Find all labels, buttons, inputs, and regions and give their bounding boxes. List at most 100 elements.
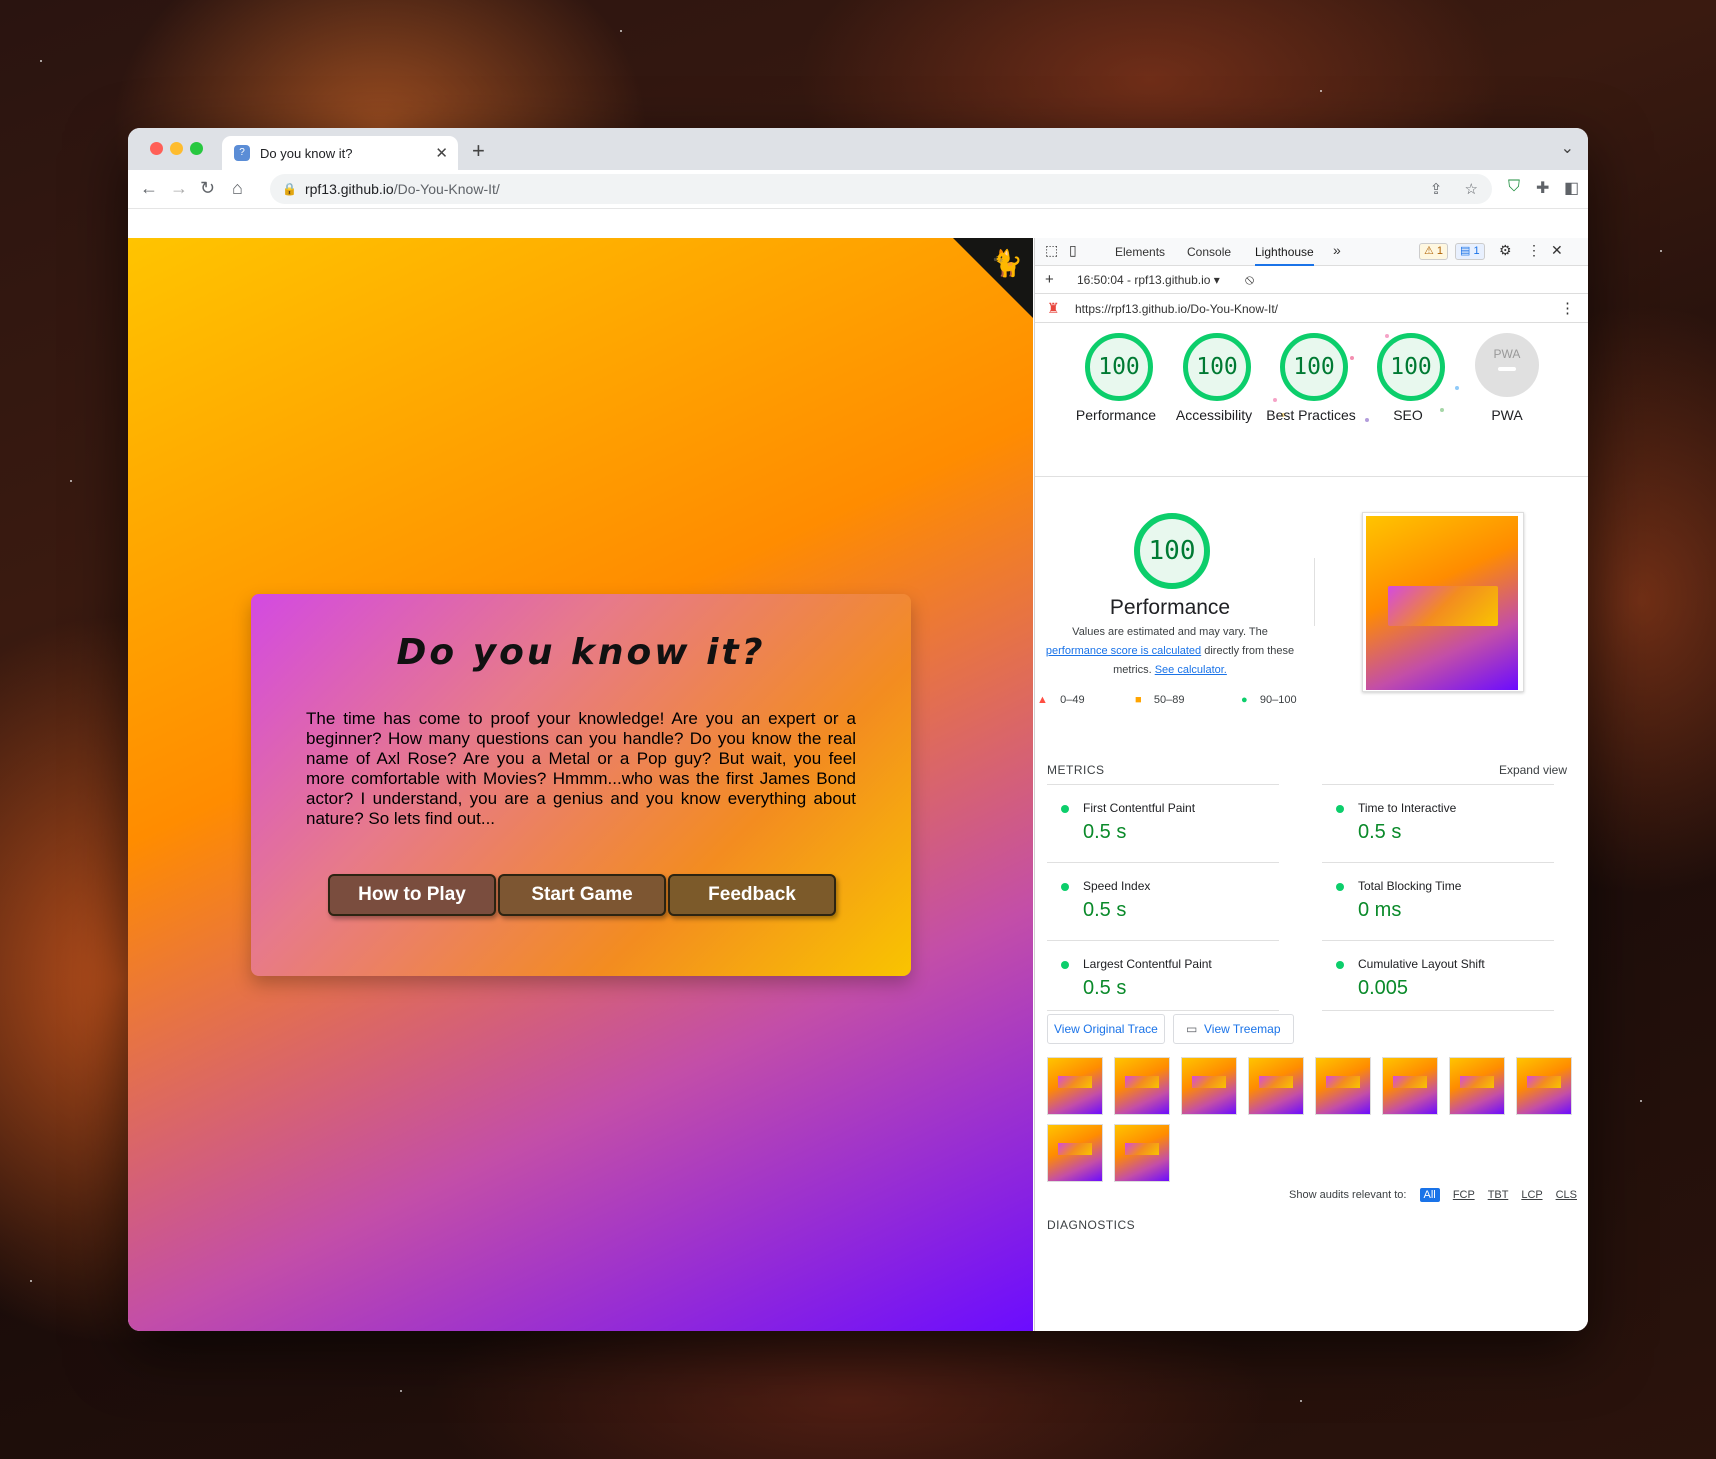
accessibility-score-gauge[interactable]: 100	[1183, 333, 1251, 401]
browser-window: ? Do you know it? ✕ + ⌄ ← → ↻ ⌂ 🔒 rpf13.…	[128, 128, 1588, 1331]
pwa-badge-icon[interactable]: PWA	[1475, 333, 1539, 397]
report-selector[interactable]: 16:50:04 - rpf13.github.io ▾	[1077, 273, 1220, 287]
filter-tbt[interactable]: TBT	[1488, 1189, 1509, 1201]
close-tab-icon[interactable]: ✕	[435, 144, 448, 162]
home-icon[interactable]: ⌂	[232, 178, 243, 199]
audit-filter-bar: Show audits relevant to: All FCP TBT LCP…	[1279, 1188, 1577, 1202]
seo-score-gauge[interactable]: 100	[1377, 333, 1445, 401]
back-arrow-icon[interactable]: ←	[140, 178, 158, 199]
see-calculator-link[interactable]: See calculator.	[1155, 664, 1227, 676]
view-treemap-button[interactable]: ▭ View Treemap	[1173, 1014, 1294, 1044]
performance-title: Performance	[1109, 596, 1231, 619]
browser-tab[interactable]: ? Do you know it? ✕	[222, 136, 458, 170]
report-menu-icon[interactable]: ⋮	[1560, 299, 1575, 317]
feedback-button[interactable]: Feedback	[668, 874, 836, 916]
filmstrip-frame	[1047, 1124, 1103, 1182]
star	[1320, 90, 1322, 92]
pass-dot-icon	[1336, 805, 1344, 813]
filmstrip-frame	[1114, 1057, 1170, 1115]
star	[70, 480, 72, 482]
forward-arrow-icon[interactable]: →	[170, 178, 188, 199]
filter-lcp[interactable]: LCP	[1521, 1189, 1542, 1201]
devtools-panel: ⬚ ▯ Elements Console Lighthouse » ⚠ 1 ▤ …	[1034, 238, 1588, 1331]
side-panel-icon[interactable]: ◧	[1564, 178, 1579, 198]
address-bar[interactable]: 🔒 rpf13.github.io/Do-You-Know-It/ ⇪ ☆	[270, 174, 1492, 204]
clear-reports-icon[interactable]: ⦸	[1245, 271, 1254, 288]
metric-lcp: Largest Contentful Paint 0.5 s	[1047, 940, 1279, 1011]
diagnostics-header: DIAGNOSTICS	[1047, 1218, 1136, 1232]
pwa-badge-text: PWA	[1493, 347, 1521, 361]
legend-average: ■ 50–89	[1135, 694, 1184, 706]
intro-card: Do you know it? The time has come to pro…	[251, 594, 911, 976]
performance-big-gauge: 100	[1134, 513, 1210, 589]
warnings-badge[interactable]: ⚠ 1	[1419, 243, 1449, 260]
filmstrip-frame	[1047, 1057, 1103, 1115]
confetti-dot	[1385, 334, 1389, 338]
close-window-button[interactable]	[150, 142, 163, 155]
settings-gear-icon[interactable]: ⚙	[1499, 242, 1512, 259]
more-tabs-icon[interactable]: »	[1333, 242, 1341, 258]
performance-desc-1: Values are estimated and may vary. The	[1072, 626, 1268, 638]
url-path: /Do-You-Know-It/	[393, 181, 500, 197]
audits-label: Show audits relevant to:	[1289, 1189, 1407, 1201]
tab-search-chevron-icon[interactable]: ⌄	[1561, 138, 1574, 158]
metric-cls: Cumulative Layout Shift 0.005	[1322, 940, 1554, 1011]
tab-lighthouse[interactable]: Lighthouse	[1255, 245, 1314, 266]
fail-triangle-icon: ▲	[1037, 694, 1048, 706]
lock-icon[interactable]: 🔒	[282, 182, 297, 196]
pass-dot-icon	[1061, 961, 1069, 969]
screenshot-image	[1366, 516, 1518, 690]
bookmark-star-icon[interactable]: ☆	[1465, 181, 1478, 198]
messages-badge[interactable]: ▤ 1	[1455, 243, 1485, 260]
close-devtools-icon[interactable]: ✕	[1551, 242, 1563, 259]
maximize-window-button[interactable]	[190, 142, 203, 155]
url-host: rpf13.github.io	[304, 181, 394, 197]
view-original-trace-button[interactable]: View Original Trace	[1047, 1014, 1165, 1044]
pass-dot-icon	[1061, 883, 1069, 891]
metric-value: 0 ms	[1358, 899, 1402, 921]
tab-elements[interactable]: Elements	[1115, 245, 1165, 259]
performance-label: Performance	[1075, 407, 1157, 423]
minimize-window-button[interactable]	[170, 142, 183, 155]
new-report-icon[interactable]: +	[1045, 271, 1054, 288]
lighthouse-toolbar: + 16:50:04 - rpf13.github.io ▾ ⦸	[1035, 266, 1588, 294]
best-practices-score-gauge[interactable]: 100	[1280, 333, 1348, 401]
puzzle-extensions-icon[interactable]: ✚	[1536, 178, 1549, 198]
filter-cls[interactable]: CLS	[1556, 1189, 1577, 1201]
filter-fcp[interactable]: FCP	[1453, 1189, 1475, 1201]
report-selector-label: 16:50:04 - rpf13.github.io	[1077, 273, 1211, 287]
confetti-dot	[1273, 398, 1277, 402]
web-page: 🐈 Do you know it? The time has come to p…	[128, 238, 1033, 1331]
shield-extension-icon[interactable]: ⛉	[1508, 178, 1520, 196]
legend-fail: ▲ 0–49	[1037, 694, 1085, 706]
filter-all[interactable]: All	[1419, 1188, 1440, 1202]
how-to-play-button[interactable]: How to Play	[328, 874, 496, 916]
metric-tbt: Total Blocking Time 0 ms	[1322, 862, 1554, 933]
final-screenshot-thumbnail[interactable]	[1362, 512, 1524, 692]
performance-score-gauge[interactable]: 100	[1085, 333, 1153, 401]
start-game-button[interactable]: Start Game	[498, 874, 666, 916]
legend-average-text: 50–89	[1153, 694, 1185, 706]
divider	[1047, 1010, 1279, 1011]
github-octocat-icon[interactable]: 🐈	[991, 248, 1023, 279]
filmstrip-frame	[1382, 1057, 1438, 1115]
star	[40, 60, 42, 62]
expand-view-toggle[interactable]: Expand view	[1499, 763, 1567, 777]
divider	[1035, 476, 1588, 477]
browser-toolbar: ← → ↻ ⌂ 🔒 rpf13.github.io/Do-You-Know-It…	[128, 170, 1588, 209]
legend-pass-text: 90–100	[1259, 694, 1297, 706]
tab-console[interactable]: Console	[1187, 245, 1231, 259]
new-tab-button[interactable]: +	[472, 138, 485, 164]
share-icon[interactable]: ⇪	[1430, 181, 1443, 198]
metric-name: Largest Contentful Paint	[1083, 957, 1212, 971]
report-url[interactable]: https://rpf13.github.io/Do-You-Know-It/	[1075, 302, 1278, 316]
more-options-icon[interactable]: ⋮	[1527, 242, 1541, 259]
reload-icon[interactable]: ↻	[200, 178, 215, 199]
legend-fail-text: 0–49	[1060, 694, 1085, 706]
treemap-icon: ▭	[1186, 1022, 1198, 1036]
device-toolbar-icon[interactable]: ▯	[1069, 242, 1077, 259]
filmstrip-frame	[1114, 1124, 1170, 1182]
performance-score-link[interactable]: performance score is calculated	[1046, 645, 1201, 657]
report-url-bar: ♜ https://rpf13.github.io/Do-You-Know-It…	[1035, 294, 1588, 323]
inspect-element-icon[interactable]: ⬚	[1045, 242, 1058, 259]
